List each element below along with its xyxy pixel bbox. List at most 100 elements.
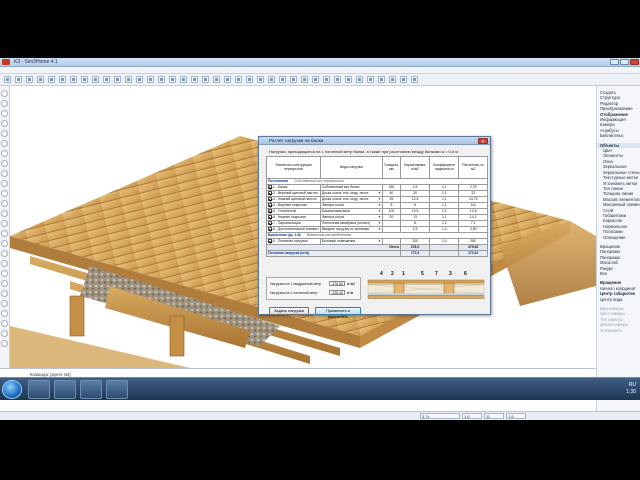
row-checkbox[interactable] (268, 227, 272, 232)
dropdown-arrow-icon: ▼ (377, 209, 381, 214)
window-title: K3 - Sim3Home 4.1 (14, 59, 58, 65)
row-checkbox[interactable] (268, 185, 272, 190)
toolbar-button[interactable] (125, 76, 132, 83)
linear-load-label: Погонная нагрузка (268, 251, 300, 256)
tool-button[interactable] (1, 100, 8, 107)
tool-button[interactable] (1, 190, 8, 197)
tool-button[interactable] (1, 240, 8, 247)
close-button[interactable] (630, 59, 639, 65)
toolbar-button[interactable] (224, 76, 231, 83)
section-temporary-title: Временная (кр. 2-й) (268, 233, 301, 238)
tool-button[interactable] (1, 280, 8, 287)
tool-button[interactable] (1, 160, 8, 167)
maximize-button[interactable] (620, 59, 629, 65)
toolbar-button[interactable] (92, 76, 99, 83)
toolbar-button[interactable] (367, 76, 374, 83)
apply-calc-button[interactable]: Применить и рассчитать (315, 307, 361, 319)
toolbar-button[interactable] (37, 76, 44, 83)
toolbar-button[interactable] (191, 76, 198, 83)
row-checkbox[interactable] (268, 215, 272, 220)
tool-button[interactable] (1, 230, 8, 237)
toolbar-button[interactable] (103, 76, 110, 83)
toolbar-button[interactable] (290, 76, 297, 83)
tool-button[interactable] (1, 150, 8, 157)
toolbar-button[interactable] (400, 76, 407, 83)
toolbar-button[interactable] (158, 76, 165, 83)
row-name: 7 - Пароизоляция (273, 221, 301, 226)
tool-button[interactable] (1, 90, 8, 97)
row-checkbox[interactable] (268, 239, 272, 244)
tool-button[interactable] (1, 180, 8, 187)
toolbar-button[interactable] (180, 76, 187, 83)
tool-button[interactable] (1, 290, 8, 297)
panel-item[interactable]: Установить (597, 328, 640, 333)
toolbar-button[interactable] (15, 76, 22, 83)
toolbar-button[interactable] (257, 76, 264, 83)
tool-button[interactable] (1, 110, 8, 117)
toolbar-button[interactable] (213, 76, 220, 83)
toolbar-button[interactable] (4, 76, 11, 83)
toolbar-button[interactable] (26, 76, 33, 83)
toolbar-button[interactable] (279, 76, 286, 83)
row-checkbox[interactable] (268, 191, 272, 196)
toolbar-button[interactable] (169, 76, 176, 83)
tool-button[interactable] (1, 120, 8, 127)
tool-button[interactable] (1, 340, 8, 347)
toolbar-button[interactable] (312, 76, 319, 83)
tool-button[interactable] (1, 220, 8, 227)
toolbar-button[interactable] (202, 76, 209, 83)
dialog-titlebar[interactable]: Расчёт нагрузки на балки ✕ (259, 137, 490, 145)
toolbar-button[interactable] (378, 76, 385, 83)
toolbar-button[interactable] (59, 76, 66, 83)
tool-button[interactable] (1, 210, 8, 217)
system-tray[interactable]: RU 1:35 (626, 382, 636, 396)
row-checkbox[interactable] (268, 221, 272, 226)
set-loads-button[interactable]: Задать нагрузки (269, 307, 309, 315)
tool-button[interactable] (1, 310, 8, 317)
panel-item[interactable]: Массивный элемент (597, 202, 640, 207)
tool-button[interactable] (1, 320, 8, 327)
taskbar-k3-icon[interactable] (106, 380, 128, 399)
tool-button[interactable] (1, 200, 8, 207)
toolbar-button[interactable] (268, 76, 275, 83)
toolbar-button[interactable] (356, 76, 363, 83)
tool-button[interactable] (1, 260, 8, 267)
linear-normative: 275,9 (399, 250, 431, 257)
tool-button[interactable] (1, 140, 8, 147)
toolbar-button[interactable] (411, 76, 418, 83)
tray-clock[interactable]: 1:35 (626, 389, 636, 396)
minimize-button[interactable] (610, 59, 619, 65)
panel-item[interactable]: Центр габаритов (597, 291, 640, 296)
row-checkbox[interactable] (268, 203, 272, 208)
row-name: 6 - Нижнее покрытие (273, 215, 306, 220)
taskbar-explorer-icon[interactable] (28, 380, 50, 399)
toolbar-button[interactable] (235, 76, 242, 83)
start-button[interactable] (2, 380, 22, 399)
row-checkbox[interactable] (268, 209, 272, 214)
row-checkbox[interactable] (268, 197, 272, 202)
tool-button[interactable] (1, 270, 8, 277)
dialog-close-button[interactable]: ✕ (478, 138, 488, 144)
window-titlebar[interactable]: K3 - Sim3Home 4.1 (0, 58, 640, 67)
toolbar-button[interactable] (246, 76, 253, 83)
tool-button[interactable] (1, 300, 8, 307)
toolbar-button[interactable] (136, 76, 143, 83)
tool-button[interactable] (1, 250, 8, 257)
toolbar-button[interactable] (70, 76, 77, 83)
toolbar-button[interactable] (147, 76, 154, 83)
taskbar-browser-icon[interactable] (54, 380, 76, 399)
toolbar-button[interactable] (81, 76, 88, 83)
tool-button[interactable] (1, 130, 8, 137)
tool-button[interactable] (1, 330, 8, 337)
toolbar-button[interactable] (323, 76, 330, 83)
toolbar-button[interactable] (389, 76, 396, 83)
toolbar-button[interactable] (345, 76, 352, 83)
toolbar-button[interactable] (334, 76, 341, 83)
tool-button[interactable] (1, 170, 8, 177)
toolbar-button[interactable] (114, 76, 121, 83)
taskbar-media-icon[interactable] (80, 380, 102, 399)
toolbar-button[interactable] (301, 76, 308, 83)
panel-item[interactable]: Текстурные метки (597, 175, 640, 180)
tray-language[interactable]: RU (626, 382, 636, 389)
toolbar-button[interactable] (48, 76, 55, 83)
